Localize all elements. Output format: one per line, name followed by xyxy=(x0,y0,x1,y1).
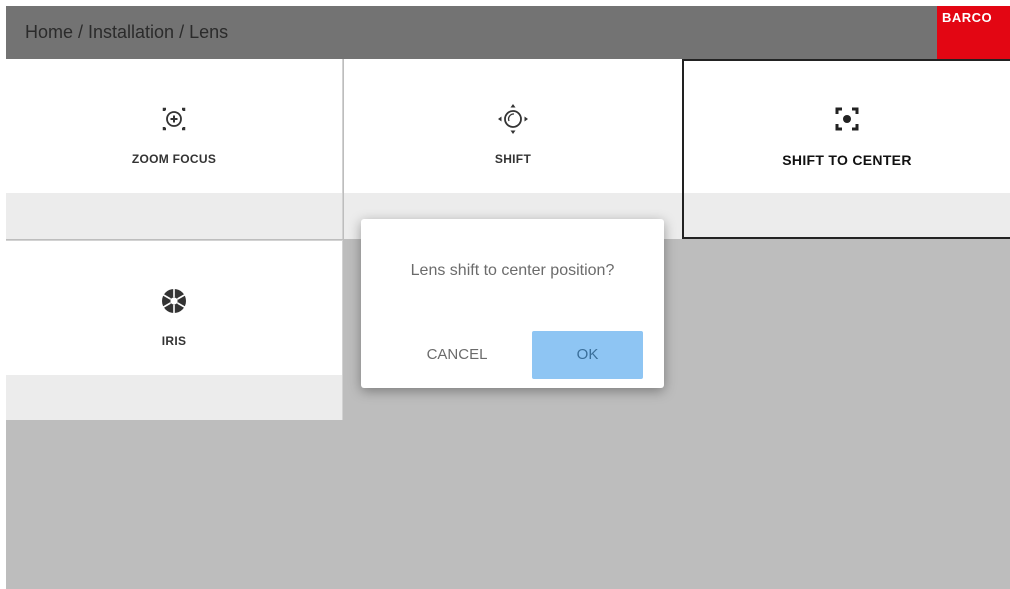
tile-shift[interactable]: SHIFT xyxy=(344,59,682,239)
tile-face: ZOOM FOCUS xyxy=(6,59,342,193)
brand-logo-text: BARCO xyxy=(942,10,993,25)
confirm-dialog: Lens shift to center position? CANCEL OK xyxy=(361,219,664,388)
tile-face: SHIFT xyxy=(344,59,682,193)
dialog-message: Lens shift to center position? xyxy=(410,262,615,279)
tile-label: IRIS xyxy=(161,334,187,348)
tile-iris[interactable]: IRIS xyxy=(6,240,343,420)
zoom-focus-icon xyxy=(162,107,186,131)
ok-button[interactable]: OK xyxy=(532,331,643,379)
tile-face: SHIFT TO CENTER xyxy=(684,61,1010,193)
breadcrumb[interactable]: Home / Installation / Lens xyxy=(25,22,228,43)
header-bar: Home / Installation / Lens BARCO xyxy=(6,6,1010,59)
brand-logo: BARCO xyxy=(937,6,1010,59)
shift-icon xyxy=(498,104,528,134)
tile-label: SHIFT xyxy=(494,152,532,166)
tile-label: SHIFT TO CENTER xyxy=(782,152,912,168)
tile-shift-to-center[interactable]: SHIFT TO CENTER xyxy=(682,59,1010,239)
screen: Home / Installation / Lens BARCO ZOOM FO… xyxy=(6,6,1010,589)
tile-label: ZOOM FOCUS xyxy=(131,152,217,166)
tile-zoom-focus[interactable]: ZOOM FOCUS xyxy=(6,59,343,239)
shift-to-center-icon xyxy=(835,107,859,131)
cancel-button[interactable]: CANCEL xyxy=(403,331,511,379)
tile-face: IRIS xyxy=(6,241,342,375)
iris-icon xyxy=(162,288,186,314)
